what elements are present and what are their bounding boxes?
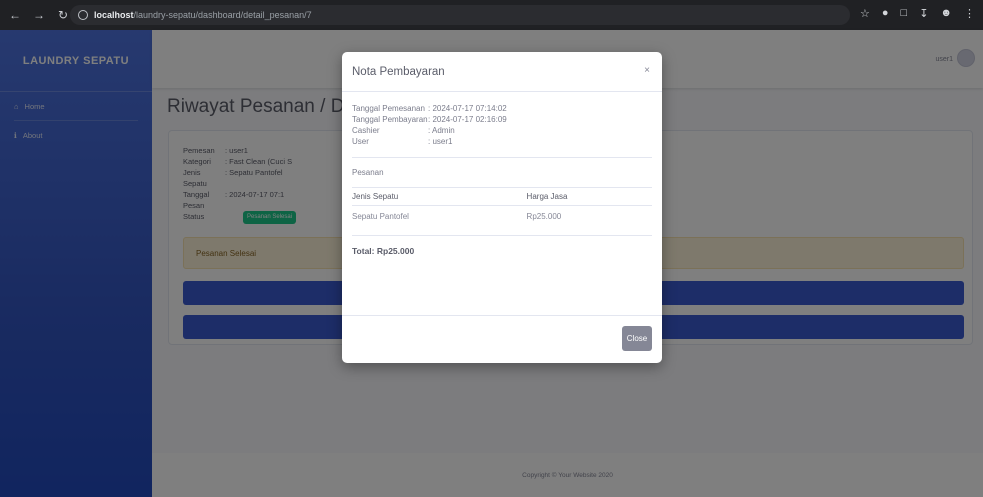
order-items-table: Jenis Sepatu Harga Jasa Sepatu Pantofel … — [352, 187, 652, 236]
payment-receipt-modal: Nota Pembayaran × Tanggal Pemesanan: 202… — [342, 52, 662, 363]
puzzle-icon[interactable]: □ — [901, 7, 908, 20]
table-cell: Sepatu Pantofel — [352, 205, 527, 236]
extension-icon[interactable]: ● — [882, 7, 889, 20]
receipt-value: : user1 — [428, 137, 453, 146]
address-bar[interactable]: localhost /laundry-sepatu/dashboard/deta… — [70, 5, 850, 25]
arrow-right-icon[interactable]: → — [30, 6, 48, 24]
url-path: /laundry-sepatu/dashboard/detail_pesanan… — [133, 10, 312, 20]
receipt-value: : 2024-07-17 02:16:09 — [428, 115, 507, 124]
browser-toolbar: ← → ↻ localhost /laundry-sepatu/dashboar… — [0, 0, 983, 30]
receipt-key: Tanggal Pemesanan — [352, 104, 425, 113]
close-button[interactable]: Close — [622, 326, 652, 351]
url-host: localhost — [94, 10, 134, 20]
menu-kebab-icon[interactable]: ⋮ — [964, 7, 975, 20]
receipt-key: User — [352, 137, 369, 146]
column-header: Harga Jasa — [526, 187, 652, 206]
table-header-row: Jenis Sepatu Harga Jasa — [352, 187, 652, 206]
modal-title: Nota Pembayaran — [352, 65, 445, 78]
site-info-icon[interactable] — [78, 10, 88, 20]
modal-footer: Close — [342, 315, 662, 363]
bookmark-star-icon[interactable]: ☆ — [860, 7, 870, 20]
receipt-key: Tanggal Pembayaran — [352, 115, 428, 124]
receipt-key: Cashier — [352, 126, 380, 135]
browser-actions: ☆ ● □ ↧ ☻ ⋮ — [860, 7, 975, 20]
profile-icon[interactable]: ☻ — [940, 7, 952, 20]
table-row: Sepatu Pantofel Rp25.000 — [352, 205, 652, 236]
close-icon[interactable]: × — [644, 65, 650, 76]
column-header: Jenis Sepatu — [352, 187, 527, 206]
divider — [352, 157, 652, 158]
receipt-value: : Admin — [428, 126, 455, 135]
download-icon[interactable]: ↧ — [919, 7, 928, 20]
table-cell: Rp25.000 — [526, 205, 652, 236]
order-section-label: Pesanan — [352, 168, 384, 177]
modal-body: Tanggal Pemesanan: 2024-07-17 07:14:02 T… — [342, 92, 662, 256]
arrow-left-icon[interactable]: ← — [6, 6, 24, 24]
receipt-value: : 2024-07-17 07:14:02 — [428, 104, 507, 113]
total-amount: Total: Rp25.000 — [352, 246, 415, 256]
modal-header: Nota Pembayaran × — [342, 52, 662, 92]
